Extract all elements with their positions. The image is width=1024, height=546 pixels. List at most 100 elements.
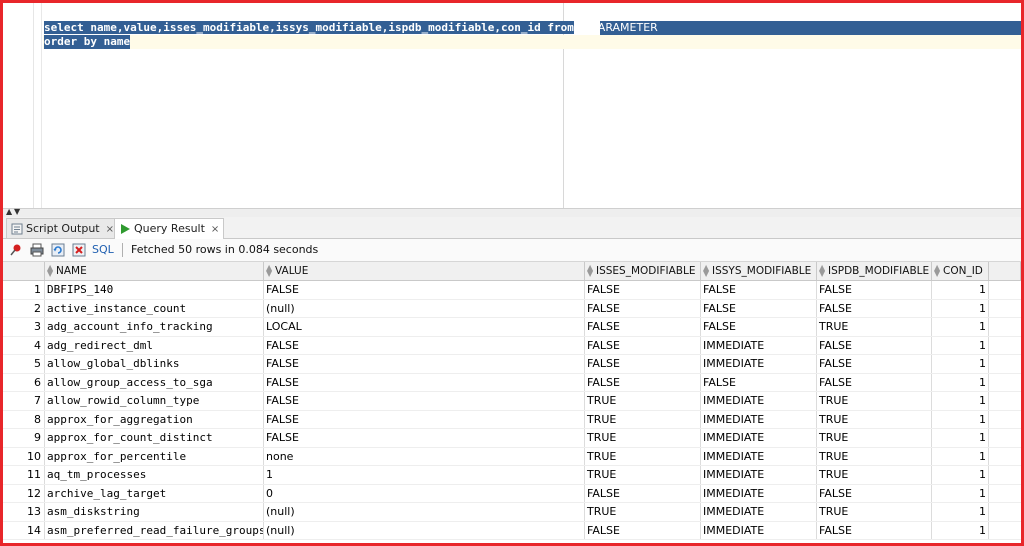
table-row[interactable]: 2 active_instance_count (null) FALSE FALSE FA… [3, 299, 1021, 318]
cell-isses-modifiable[interactable]: TRUE [585, 503, 701, 521]
delete-icon[interactable] [72, 243, 86, 257]
cell-issys-modifiable[interactable]: FALSE [701, 318, 817, 336]
cell-ispdb-modifiable[interactable]: TRUE [817, 392, 932, 410]
cell-name[interactable]: allow_group_access_to_sga [45, 373, 264, 391]
cell-value[interactable]: FALSE [264, 392, 585, 410]
table-row[interactable]: 4 adg_redirect_dml FALSE FALSE IMMEDIATE FALS… [3, 336, 1021, 355]
cell-ispdb-modifiable[interactable]: FALSE [817, 281, 932, 299]
row-number[interactable]: 12 [3, 484, 45, 502]
row-number[interactable]: 8 [3, 410, 45, 428]
row-number[interactable]: 14 [3, 521, 45, 539]
cell-con-id[interactable]: 1 [932, 503, 989, 521]
table-row[interactable]: 12 archive_lag_target 0 FALSE IMMEDIATE FALSE… [3, 484, 1021, 503]
cell-ispdb-modifiable[interactable]: FALSE [817, 336, 932, 354]
cell-value[interactable]: (null) [264, 503, 585, 521]
column-header-isses-modifiable[interactable]: ▲ ▼ ISSES_MODIFIABLE [585, 262, 701, 280]
cell-ispdb-modifiable[interactable]: TRUE [817, 503, 932, 521]
row-number[interactable]: 1 [3, 281, 45, 299]
table-row[interactable]: 9 approx_for_count_distinct FALSE TRUE IMMED… [3, 429, 1021, 448]
cell-isses-modifiable[interactable]: TRUE [585, 392, 701, 410]
cell-issys-modifiable[interactable]: IMMEDIATE [701, 410, 817, 428]
cell-issys-modifiable[interactable]: IMMEDIATE [701, 355, 817, 373]
cell-name[interactable]: asm_diskstring [45, 503, 264, 521]
cell-isses-modifiable[interactable]: FALSE [585, 373, 701, 391]
cell-isses-modifiable[interactable]: FALSE [585, 521, 701, 539]
table-row[interactable]: 1 DBFIPS_140 FALSE FALSE FALSE FALSE 1 [3, 281, 1021, 300]
cell-ispdb-modifiable[interactable]: FALSE [817, 355, 932, 373]
cell-name[interactable]: asm_preferred_read_failure_groups [45, 521, 264, 539]
cell-issys-modifiable[interactable]: IMMEDIATE [701, 392, 817, 410]
table-row[interactable]: 8 approx_for_aggregation FALSE TRUE IMMEDIAT… [3, 410, 1021, 429]
cell-value[interactable]: 1 [264, 466, 585, 484]
cell-con-id[interactable]: 1 [932, 355, 989, 373]
cell-issys-modifiable[interactable]: IMMEDIATE [701, 336, 817, 354]
cell-isses-modifiable[interactable]: TRUE [585, 447, 701, 465]
cell-issys-modifiable[interactable]: IMMEDIATE [701, 521, 817, 539]
cell-issys-modifiable[interactable]: IMMEDIATE [701, 429, 817, 447]
cell-name[interactable]: adg_redirect_dml [45, 336, 264, 354]
table-row[interactable]: 5 allow_global_dblinks FALSE FALSE IMMEDIATE… [3, 355, 1021, 374]
table-row[interactable]: 13 asm_diskstring (null) TRUE IMMEDIATE TRUE 1 [3, 503, 1021, 522]
cell-isses-modifiable[interactable]: FALSE [585, 318, 701, 336]
cell-con-id[interactable]: 1 [932, 521, 989, 539]
cell-name[interactable]: adg_account_info_tracking [45, 318, 264, 336]
pin-icon[interactable] [9, 243, 23, 257]
print-icon[interactable] [30, 243, 44, 257]
cell-value[interactable]: 0 [264, 484, 585, 502]
cell-name[interactable]: DBFIPS_140 [45, 281, 264, 299]
cell-name[interactable]: approx_for_aggregation [45, 410, 264, 428]
row-number[interactable]: 13 [3, 503, 45, 521]
cell-ispdb-modifiable[interactable]: TRUE [817, 410, 932, 428]
cell-ispdb-modifiable[interactable]: FALSE [817, 521, 932, 539]
table-row[interactable]: 14 asm_preferred_read_failure_groups (null… [3, 521, 1021, 540]
row-number[interactable]: 7 [3, 392, 45, 410]
cell-isses-modifiable[interactable]: FALSE [585, 484, 701, 502]
cell-issys-modifiable[interactable]: IMMEDIATE [701, 466, 817, 484]
cell-ispdb-modifiable[interactable]: TRUE [817, 318, 932, 336]
table-row[interactable]: 7 allow_rowid_column_type FALSE TRUE IMMEDIA… [3, 392, 1021, 411]
cell-name[interactable]: archive_lag_target [45, 484, 264, 502]
table-row[interactable]: 6 allow_group_access_to_sga FALSE FALSE FALS… [3, 373, 1021, 392]
cell-name[interactable]: approx_for_count_distinct [45, 429, 264, 447]
cell-value[interactable]: none [264, 447, 585, 465]
cell-name[interactable]: approx_for_percentile [45, 447, 264, 465]
cell-con-id[interactable]: 1 [932, 447, 989, 465]
column-header-ispdb-modifiable[interactable]: ▲ ▼ ISPDB_MODIFIABLE [817, 262, 932, 280]
refresh-icon[interactable] [51, 243, 65, 257]
close-icon[interactable]: × [211, 224, 219, 235]
cell-con-id[interactable]: 1 [932, 410, 989, 428]
column-header-value[interactable]: ▲ ▼ VALUE [264, 262, 585, 280]
row-number[interactable]: 10 [3, 447, 45, 465]
sql-link[interactable]: SQL [92, 242, 114, 258]
cell-isses-modifiable[interactable]: FALSE [585, 336, 701, 354]
cell-name[interactable]: aq_tm_processes [45, 466, 264, 484]
column-header-name[interactable]: ▲ ▼ NAME [45, 262, 264, 280]
cell-ispdb-modifiable[interactable]: FALSE [817, 299, 932, 317]
cell-isses-modifiable[interactable]: FALSE [585, 281, 701, 299]
code-line-1[interactable]: select name,value,isses_modifiable,issys… [44, 21, 658, 35]
cell-ispdb-modifiable[interactable]: TRUE [817, 447, 932, 465]
cell-value[interactable]: FALSE [264, 355, 585, 373]
row-number[interactable]: 6 [3, 373, 45, 391]
cell-value[interactable]: FALSE [264, 410, 585, 428]
cell-con-id[interactable]: 1 [932, 281, 989, 299]
column-header-issys-modifiable[interactable]: ▲ ▼ ISSYS_MODIFIABLE [701, 262, 817, 280]
table-row[interactable]: 11 aq_tm_processes 1 TRUE IMMEDIATE TRUE 1 [3, 466, 1021, 485]
cell-issys-modifiable[interactable]: IMMEDIATE [701, 484, 817, 502]
row-number[interactable]: 4 [3, 336, 45, 354]
row-number[interactable]: 9 [3, 429, 45, 447]
cell-issys-modifiable[interactable]: FALSE [701, 373, 817, 391]
cell-con-id[interactable]: 1 [932, 392, 989, 410]
row-number[interactable]: 5 [3, 355, 45, 373]
collapse-up-icon[interactable]: ▲ [6, 207, 12, 216]
row-number[interactable]: 3 [3, 318, 45, 336]
cell-con-id[interactable]: 1 [932, 373, 989, 391]
table-row[interactable]: 10 approx_for_percentile none TRUE IMMEDIATE… [3, 447, 1021, 466]
cell-value[interactable]: (null) [264, 521, 585, 539]
cell-issys-modifiable[interactable]: IMMEDIATE [701, 447, 817, 465]
cell-name[interactable]: allow_rowid_column_type [45, 392, 264, 410]
close-icon[interactable]: × [106, 224, 114, 235]
cell-ispdb-modifiable[interactable]: FALSE [817, 373, 932, 391]
cell-value[interactable]: LOCAL [264, 318, 585, 336]
cell-issys-modifiable[interactable]: IMMEDIATE [701, 503, 817, 521]
